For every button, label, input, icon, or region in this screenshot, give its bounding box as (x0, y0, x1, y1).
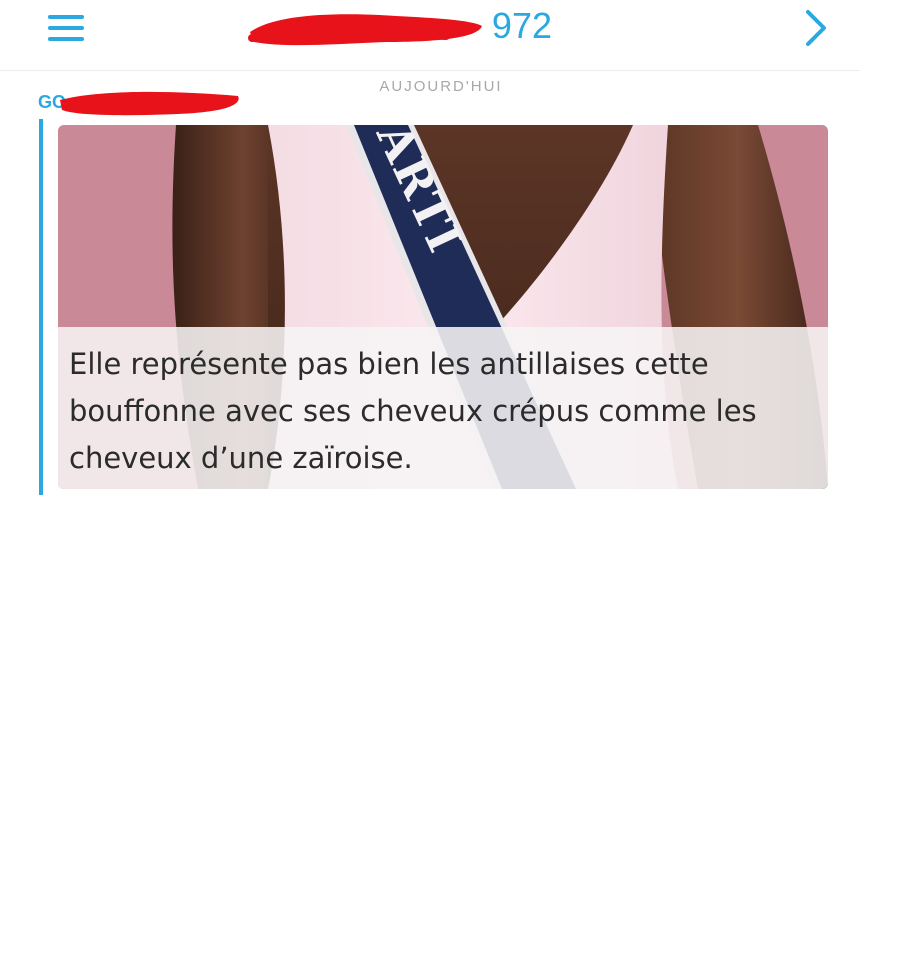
menu-line (48, 26, 84, 30)
message-thread-bar (39, 119, 43, 495)
chevron-right-icon[interactable] (798, 8, 834, 48)
menu-button[interactable] (46, 11, 86, 45)
menu-line (48, 37, 84, 41)
menu-line (48, 15, 84, 19)
contact-name-visible: 972 (491, 5, 552, 46)
image-message-card[interactable]: ARTI Elle représente pas bien les antill… (58, 125, 828, 489)
redaction-mark-title (248, 14, 482, 46)
chat-screen: 972 AUJOURD'HUI GO ARTI Elle représente … (0, 0, 902, 960)
message-caption: Elle représente pas bien les antillaises… (69, 347, 757, 475)
redaction-mark-sender (60, 91, 239, 116)
chat-header: 972 (0, 0, 860, 71)
